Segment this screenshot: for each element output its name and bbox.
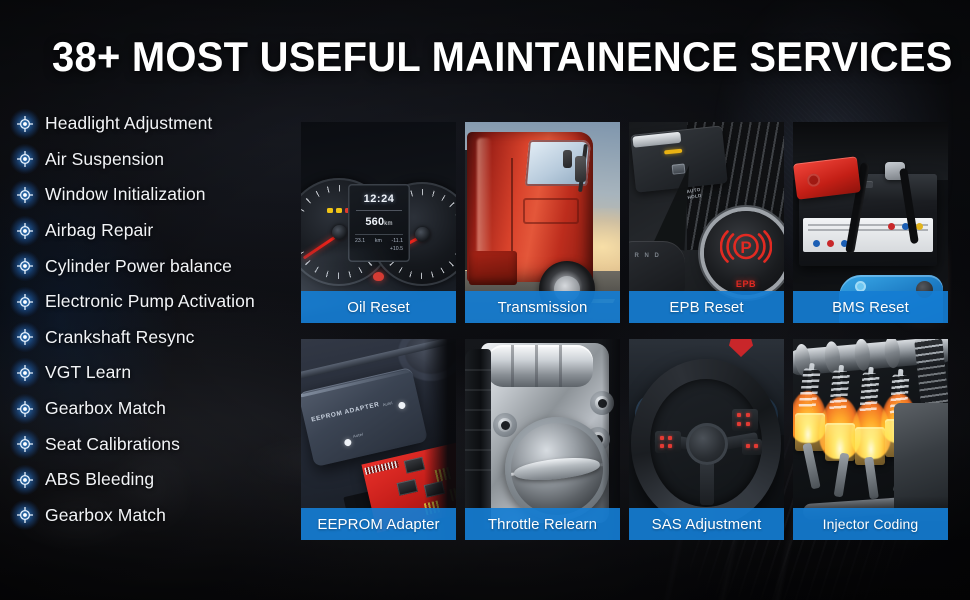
cluster-time: 12:24 xyxy=(363,193,395,205)
card-label: SAS Adjustment xyxy=(629,508,784,540)
list-item-label: Gearbox Match xyxy=(45,398,166,419)
list-item: ABS Bleeding xyxy=(10,462,304,498)
list-item: VGT Learn xyxy=(10,355,304,391)
crosshair-target-icon xyxy=(10,108,40,139)
list-item-label: Electronic Pump Activation xyxy=(45,291,255,312)
list-item-label: Headlight Adjustment xyxy=(45,113,213,134)
list-item: Gearbox Match xyxy=(10,391,304,427)
service-list: Headlight Adjustment Air Suspension Wind… xyxy=(10,106,304,546)
eeprom-device-tag-2: Autel xyxy=(352,431,364,439)
card-label: Oil Reset xyxy=(301,291,456,323)
list-item: Crankshaft Resync xyxy=(10,320,304,356)
service-card-oil-reset[interactable]: 12:24 560km 23.1 km -11.1 +10.5 Oil xyxy=(301,122,456,323)
service-card-sas-adjustment[interactable]: SAS Adjustment xyxy=(629,339,784,540)
service-card-epb-reset[interactable]: AUTOHOLD P R N D P EPB xyxy=(629,122,784,323)
list-item: Electronic Pump Activation xyxy=(10,284,304,320)
epb-text-label: EPB xyxy=(735,279,757,289)
list-item-label: ABS Bleeding xyxy=(45,469,155,490)
crosshair-target-icon xyxy=(10,393,40,424)
card-label: Injector Coding xyxy=(793,508,948,540)
list-item-label: Air Suspension xyxy=(45,148,165,169)
list-item-label: Window Initialization xyxy=(45,184,206,205)
list-item-label: Cylinder Power balance xyxy=(45,255,233,276)
auto-hold-label: AUTO HOLD xyxy=(686,186,702,200)
service-card-throttle-relearn[interactable]: Throttle Relearn xyxy=(465,339,620,540)
list-item: Air Suspension xyxy=(10,142,304,178)
epb-parking-brake-icon: P xyxy=(719,227,773,272)
epb-dial: P EPB xyxy=(704,211,784,295)
crosshair-target-icon xyxy=(10,429,40,460)
crosshair-target-icon xyxy=(10,144,40,175)
service-card-injector-coding[interactable]: Injector Coding xyxy=(793,339,948,540)
card-label: EPB Reset xyxy=(629,291,784,323)
svg-text:P: P xyxy=(740,238,751,257)
eeprom-device-text: EEPROM ADAPTER xyxy=(310,401,381,424)
list-item: Headlight Adjustment xyxy=(10,106,304,142)
crosshair-target-icon xyxy=(10,357,40,388)
list-item-label: Gearbox Match xyxy=(45,504,166,525)
list-item-label: Crankshaft Resync xyxy=(45,326,195,347)
list-item-label: VGT Learn xyxy=(45,362,132,383)
service-card-grid: 12:24 560km 23.1 km -11.1 +10.5 Oil xyxy=(301,122,957,540)
service-card-bms-reset[interactable]: BMS Reset xyxy=(793,122,948,323)
service-card-transmission[interactable]: Transmission xyxy=(465,122,620,323)
list-item: Window Initialization xyxy=(10,177,304,213)
crosshair-target-icon xyxy=(10,464,40,495)
list-item: Seat Calibrations xyxy=(10,426,304,462)
service-card-eeprom-adapter[interactable]: EEPROM ADAPTER Autel Autel EEPROM Adapte… xyxy=(301,339,456,540)
crosshair-target-icon xyxy=(10,500,40,531)
crosshair-target-icon xyxy=(10,286,40,317)
card-label: EEPROM Adapter xyxy=(301,508,456,540)
list-item: Gearbox Match xyxy=(10,498,304,534)
crosshair-target-icon xyxy=(10,322,40,353)
card-label: Throttle Relearn xyxy=(465,508,620,540)
cluster-distance: 560 xyxy=(365,216,385,228)
eeprom-device-tag-1: Autel xyxy=(382,400,394,408)
list-item-label: Seat Calibrations xyxy=(45,433,180,454)
list-item: Airbag Repair xyxy=(10,213,304,249)
list-item: Cylinder Power balance xyxy=(10,248,304,284)
list-item-label: Airbag Repair xyxy=(45,220,154,241)
maintenance-services-banner: 38+ MOST USEFUL MAINTAINENCE SERVICES He… xyxy=(0,0,970,600)
crosshair-target-icon xyxy=(10,179,40,210)
page-title: 38+ MOST USEFUL MAINTAINENCE SERVICES xyxy=(52,33,953,80)
cluster-row-left: 23.1 xyxy=(355,238,366,244)
crosshair-target-icon xyxy=(10,251,40,282)
cluster-distance-unit: km xyxy=(384,221,393,227)
crosshair-target-icon xyxy=(10,215,40,246)
card-label: Transmission xyxy=(465,291,620,323)
card-label: BMS Reset xyxy=(793,291,948,323)
